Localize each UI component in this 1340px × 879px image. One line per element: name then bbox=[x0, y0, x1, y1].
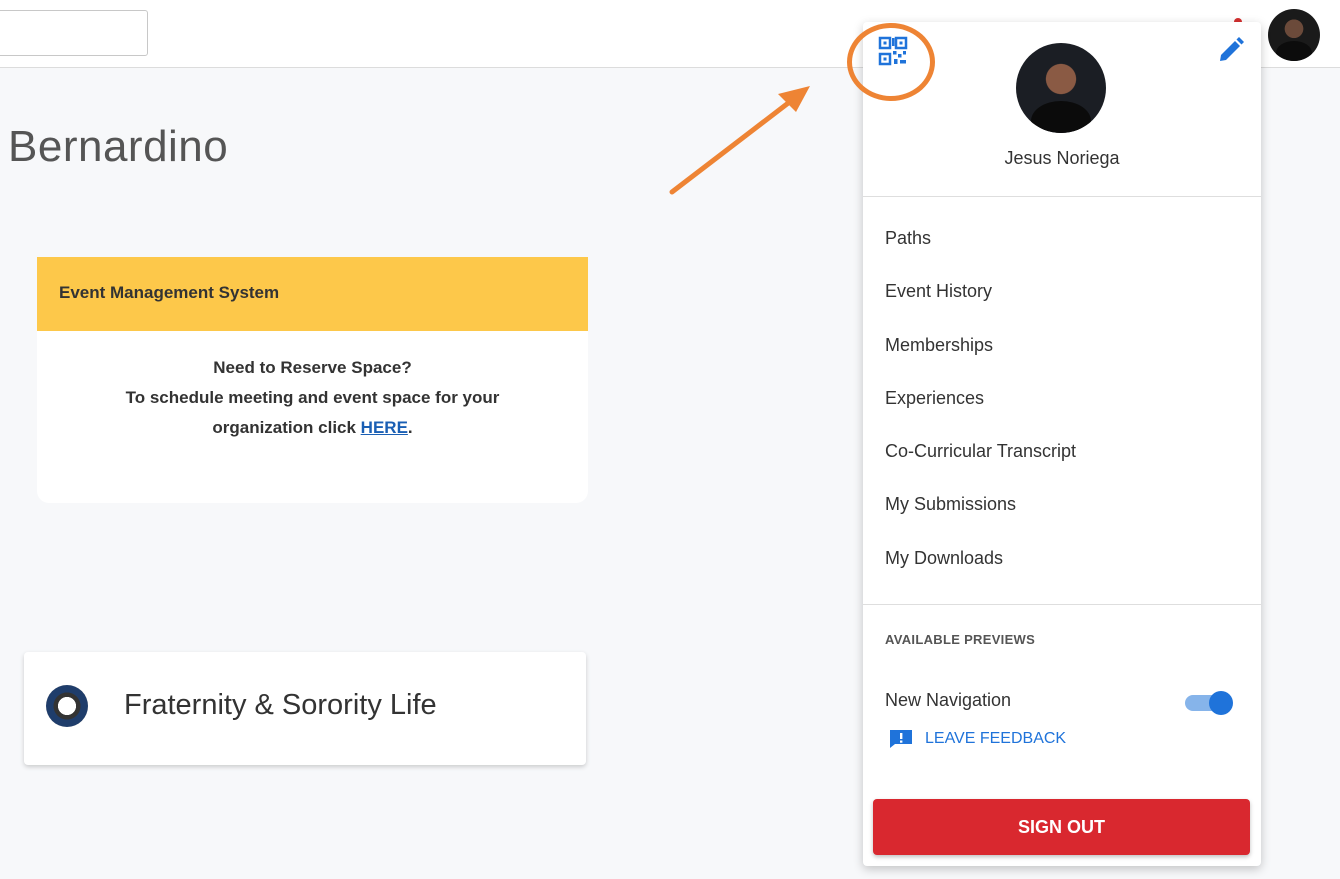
leave-feedback-link[interactable]: LEAVE FEEDBACK bbox=[889, 729, 1066, 749]
menu-item-paths[interactable]: Paths bbox=[885, 221, 1076, 274]
menu-item-memberships[interactable]: Memberships bbox=[885, 328, 1076, 381]
edit-pencil-icon[interactable] bbox=[1215, 36, 1245, 66]
organization-name: Fraternity & Sorority Life bbox=[124, 689, 437, 721]
available-previews-label: AVAILABLE PREVIEWS bbox=[885, 632, 1036, 647]
reserve-space-link[interactable]: HERE bbox=[361, 418, 408, 437]
menu-item-event-history[interactable]: Event History bbox=[885, 274, 1076, 327]
organization-card[interactable]: Fraternity & Sorority Life bbox=[24, 652, 586, 765]
event-card-body: Need to Reserve Space? To schedule meeti… bbox=[37, 331, 588, 443]
feedback-icon bbox=[890, 730, 912, 748]
event-management-card: Event Management System Need to Reserve … bbox=[37, 257, 588, 503]
search-input[interactable] bbox=[0, 10, 148, 56]
menu-item-experiences[interactable]: Experiences bbox=[885, 381, 1076, 434]
profile-avatar bbox=[1016, 43, 1106, 133]
organization-logo bbox=[46, 685, 88, 727]
profile-menu: Jesus Noriega Paths Event History Member… bbox=[863, 22, 1261, 866]
profile-username: Jesus Noriega bbox=[1004, 148, 1120, 168]
menu-item-co-curricular-transcript[interactable]: Co-Curricular Transcript bbox=[885, 434, 1076, 487]
page-title: Bernardino bbox=[8, 122, 229, 171]
event-card-line3: organization click HERE. bbox=[37, 413, 588, 443]
menu-divider bbox=[863, 196, 1261, 197]
menu-item-my-submissions[interactable]: My Submissions bbox=[885, 487, 1076, 540]
menu-item-my-downloads[interactable]: My Downloads bbox=[885, 541, 1076, 594]
event-card-line3-suffix: . bbox=[407, 418, 413, 437]
toggle-knob bbox=[1209, 691, 1233, 715]
sign-out-button[interactable]: SIGN OUT bbox=[873, 799, 1250, 855]
event-card-line1: Need to Reserve Space? bbox=[213, 358, 412, 377]
new-navigation-toggle[interactable] bbox=[1185, 691, 1235, 715]
event-card-line3-prefix: organization click bbox=[212, 418, 361, 437]
leave-feedback-label: LEAVE FEEDBACK bbox=[925, 730, 1067, 747]
annotation-arrow bbox=[669, 86, 810, 195]
annotation-circle bbox=[847, 23, 935, 101]
event-card-line2: To schedule meeting and event space for … bbox=[125, 388, 500, 407]
event-card-header: Event Management System bbox=[37, 257, 588, 331]
menu-divider bbox=[863, 604, 1261, 605]
menu-list: Paths Event History Memberships Experien… bbox=[885, 221, 1076, 594]
user-avatar-button[interactable] bbox=[1268, 9, 1320, 61]
new-navigation-label: New Navigation bbox=[885, 690, 1012, 710]
